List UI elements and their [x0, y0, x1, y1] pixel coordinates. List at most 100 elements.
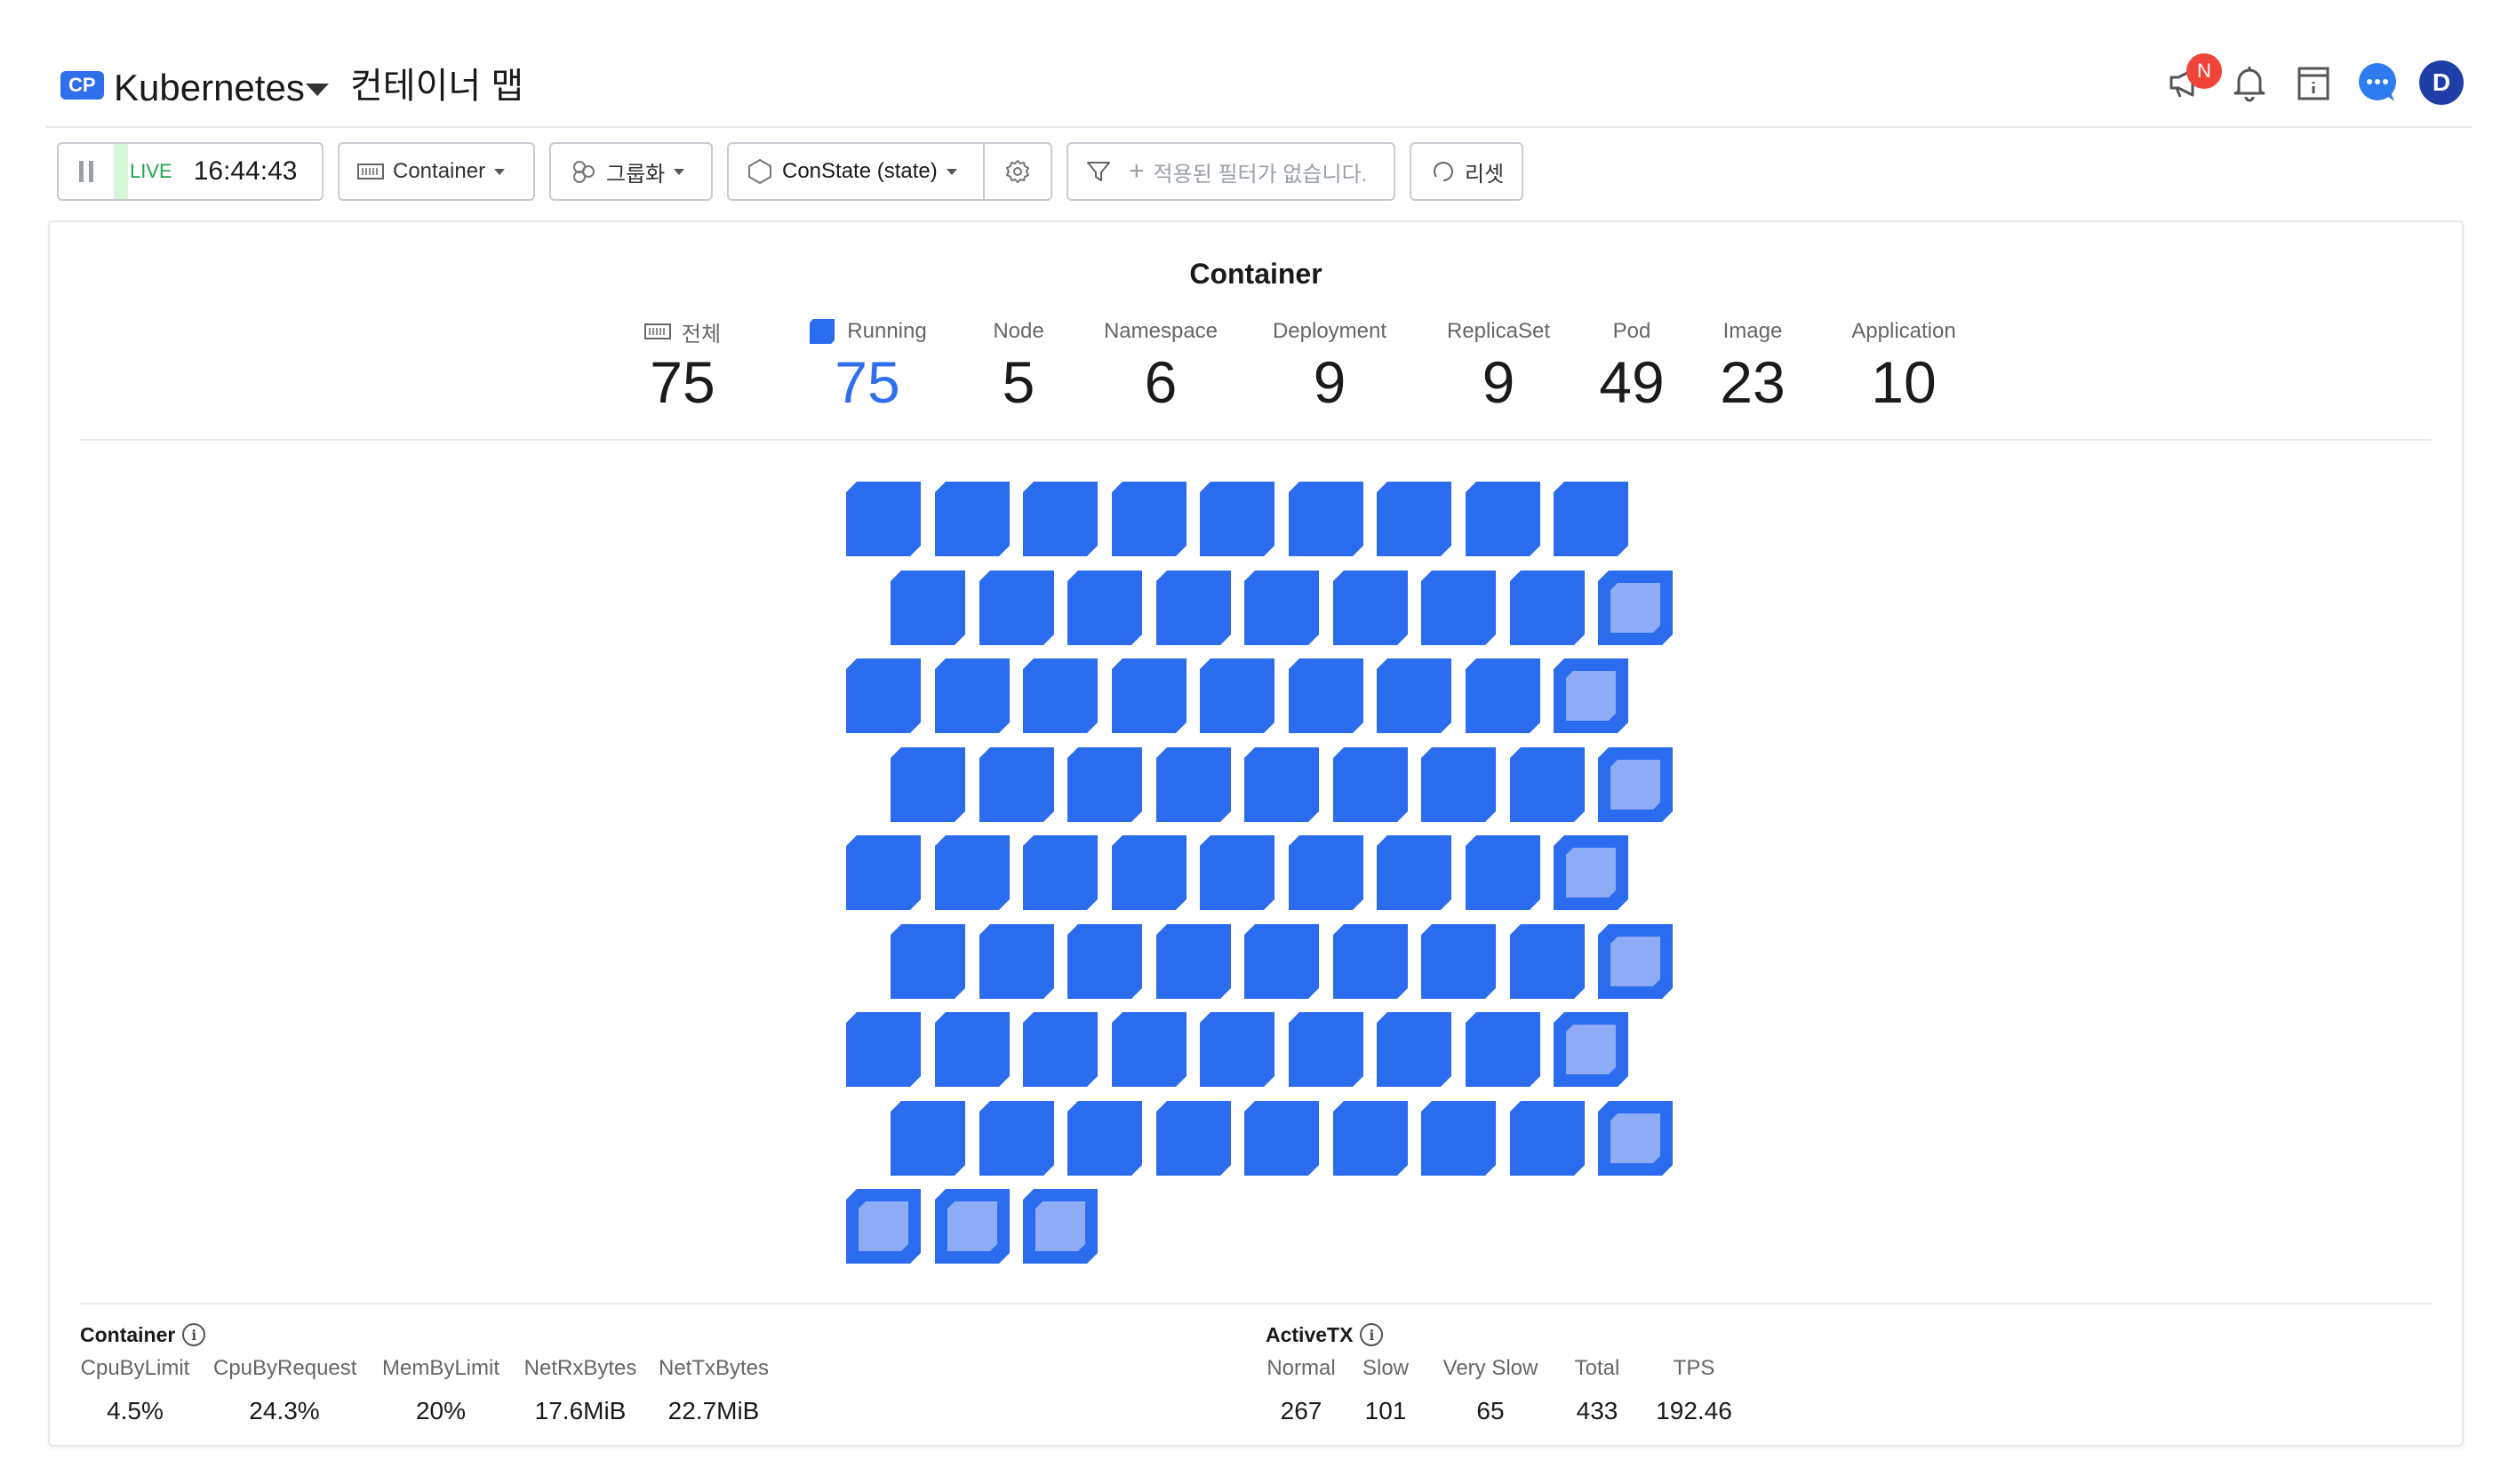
container-cell-running[interactable]: [1111, 658, 1187, 733]
object-type-dropdown[interactable]: Container: [338, 142, 535, 201]
container-cell-running[interactable]: [979, 570, 1054, 645]
container-cell-running[interactable]: [1200, 835, 1274, 910]
container-cell-running[interactable]: [846, 658, 921, 733]
activetx-metrics: ActiveTX i Normal 267 Slow 101 Very Slow…: [1266, 1320, 1888, 1447]
container-cell-running[interactable]: [1465, 658, 1540, 733]
grid-icon: [357, 164, 384, 180]
color-by-dropdown[interactable]: ConState (state): [729, 144, 986, 199]
container-cell-running[interactable]: [1023, 1012, 1098, 1087]
container-cell-highlighted[interactable]: [1554, 835, 1628, 910]
container-cell-running[interactable]: [1465, 835, 1540, 910]
container-cell-running[interactable]: [1421, 746, 1496, 822]
container-cell-highlighted[interactable]: [1598, 746, 1673, 822]
container-cell-running[interactable]: [1509, 923, 1585, 999]
container-cell-running[interactable]: [1155, 1100, 1231, 1176]
container-cell-running[interactable]: [846, 482, 921, 556]
container-cell-running[interactable]: [846, 835, 921, 910]
container-cell-running[interactable]: [979, 1100, 1054, 1176]
container-cell-running[interactable]: [1200, 658, 1274, 733]
container-cell-running[interactable]: [1554, 482, 1628, 556]
filter-box[interactable]: + 적용된 필터가 없습니다.: [1067, 142, 1395, 201]
container-cell-running[interactable]: [846, 1012, 921, 1087]
container-cell-running[interactable]: [1332, 923, 1408, 999]
container-cell-running[interactable]: [1421, 923, 1496, 999]
container-cell-running[interactable]: [1332, 570, 1408, 645]
container-cell-running[interactable]: [1377, 835, 1451, 910]
container-cell-running[interactable]: [1023, 482, 1098, 556]
container-cell-running[interactable]: [1288, 1012, 1363, 1087]
container-cell-running[interactable]: [1067, 746, 1142, 822]
metric-total: Total 433: [1557, 1356, 1637, 1425]
container-cell-running[interactable]: [1155, 746, 1231, 822]
container-cell-running[interactable]: [1155, 923, 1231, 999]
container-cell-highlighted[interactable]: [1554, 658, 1628, 733]
cluster-selector[interactable]: Kubernetes: [114, 66, 305, 110]
container-cell-running[interactable]: [891, 923, 965, 999]
container-cell-running[interactable]: [1332, 746, 1408, 822]
container-cell-running[interactable]: [1288, 658, 1363, 733]
reset-button[interactable]: 리셋: [1410, 142, 1523, 201]
container-cell-running[interactable]: [1244, 1100, 1319, 1176]
container-cell-running[interactable]: [934, 658, 1010, 733]
container-cell-running[interactable]: [1067, 1100, 1142, 1176]
pause-button[interactable]: [59, 144, 114, 199]
container-cell-running[interactable]: [934, 1012, 1010, 1087]
container-cell-running[interactable]: [1244, 570, 1319, 645]
container-cell-running[interactable]: [1200, 482, 1274, 556]
container-cell-running[interactable]: [1332, 1100, 1408, 1176]
container-cell-running[interactable]: [1377, 482, 1451, 556]
container-cell-highlighted[interactable]: [846, 1189, 921, 1264]
chevron-down-icon[interactable]: [306, 84, 329, 96]
container-cell-running[interactable]: [1509, 570, 1585, 645]
container-cell-running[interactable]: [1200, 1012, 1274, 1087]
avatar[interactable]: D: [2419, 60, 2464, 105]
container-cell-running[interactable]: [1421, 1100, 1496, 1176]
container-cell-highlighted[interactable]: [1554, 1012, 1628, 1087]
container-cell-highlighted[interactable]: [934, 1189, 1010, 1264]
container-cell-running[interactable]: [1067, 923, 1142, 999]
container-cell-running[interactable]: [1509, 1100, 1585, 1176]
container-cell-running[interactable]: [1421, 570, 1496, 645]
container-cell-running[interactable]: [934, 482, 1010, 556]
container-cell-running[interactable]: [891, 1100, 965, 1176]
container-cell-highlighted[interactable]: [1598, 1100, 1673, 1176]
info-icon[interactable]: i: [182, 1323, 206, 1346]
container-cell-running[interactable]: [1023, 658, 1098, 733]
container-cell-running[interactable]: [1465, 1012, 1540, 1087]
container-cell-highlighted[interactable]: [1023, 1189, 1098, 1264]
container-cell-running[interactable]: [979, 923, 1054, 999]
metric-label: MemByLimit: [381, 1356, 499, 1380]
container-cell-running[interactable]: [1111, 835, 1187, 910]
container-cell-running[interactable]: [1288, 835, 1363, 910]
container-cell-running[interactable]: [1155, 570, 1231, 645]
container-cell-running[interactable]: [1023, 835, 1098, 910]
container-cell-running[interactable]: [891, 570, 965, 645]
chat-icon[interactable]: [2355, 60, 2400, 105]
container-cell-highlighted[interactable]: [1598, 570, 1673, 645]
settings-button[interactable]: [985, 144, 1051, 199]
reset-label: 리셋: [1465, 162, 1505, 187]
metric-label: Very Slow: [1442, 1356, 1538, 1380]
container-cell-running[interactable]: [891, 746, 965, 822]
info-icon[interactable]: i: [1360, 1323, 1384, 1346]
page-title: 컨테이너 맵: [350, 67, 524, 106]
container-cell-running[interactable]: [1288, 482, 1363, 556]
container-cell-running[interactable]: [1465, 482, 1540, 556]
grouping-dropdown[interactable]: 그룹화: [549, 142, 713, 201]
bell-icon[interactable]: [2227, 60, 2272, 105]
metric-group-title: ActiveTX: [1266, 1322, 1354, 1346]
container-cell-running[interactable]: [1111, 482, 1187, 556]
container-cell-running[interactable]: [1377, 658, 1451, 733]
container-cell-running[interactable]: [1111, 1012, 1187, 1087]
info-panel-icon[interactable]: [2291, 60, 2336, 105]
container-cell-running[interactable]: [1244, 746, 1319, 822]
container-cell-running[interactable]: [1244, 923, 1319, 999]
container-cell-running[interactable]: [1509, 746, 1585, 822]
container-cell-running[interactable]: [979, 746, 1054, 822]
container-cell-running[interactable]: [1067, 570, 1142, 645]
megaphone-icon[interactable]: N: [2163, 53, 2222, 105]
container-cell-running[interactable]: [1377, 1012, 1451, 1087]
container-cell-running[interactable]: [934, 835, 1010, 910]
metric-label: CpuByRequest: [213, 1356, 357, 1380]
container-cell-highlighted[interactable]: [1598, 923, 1673, 999]
